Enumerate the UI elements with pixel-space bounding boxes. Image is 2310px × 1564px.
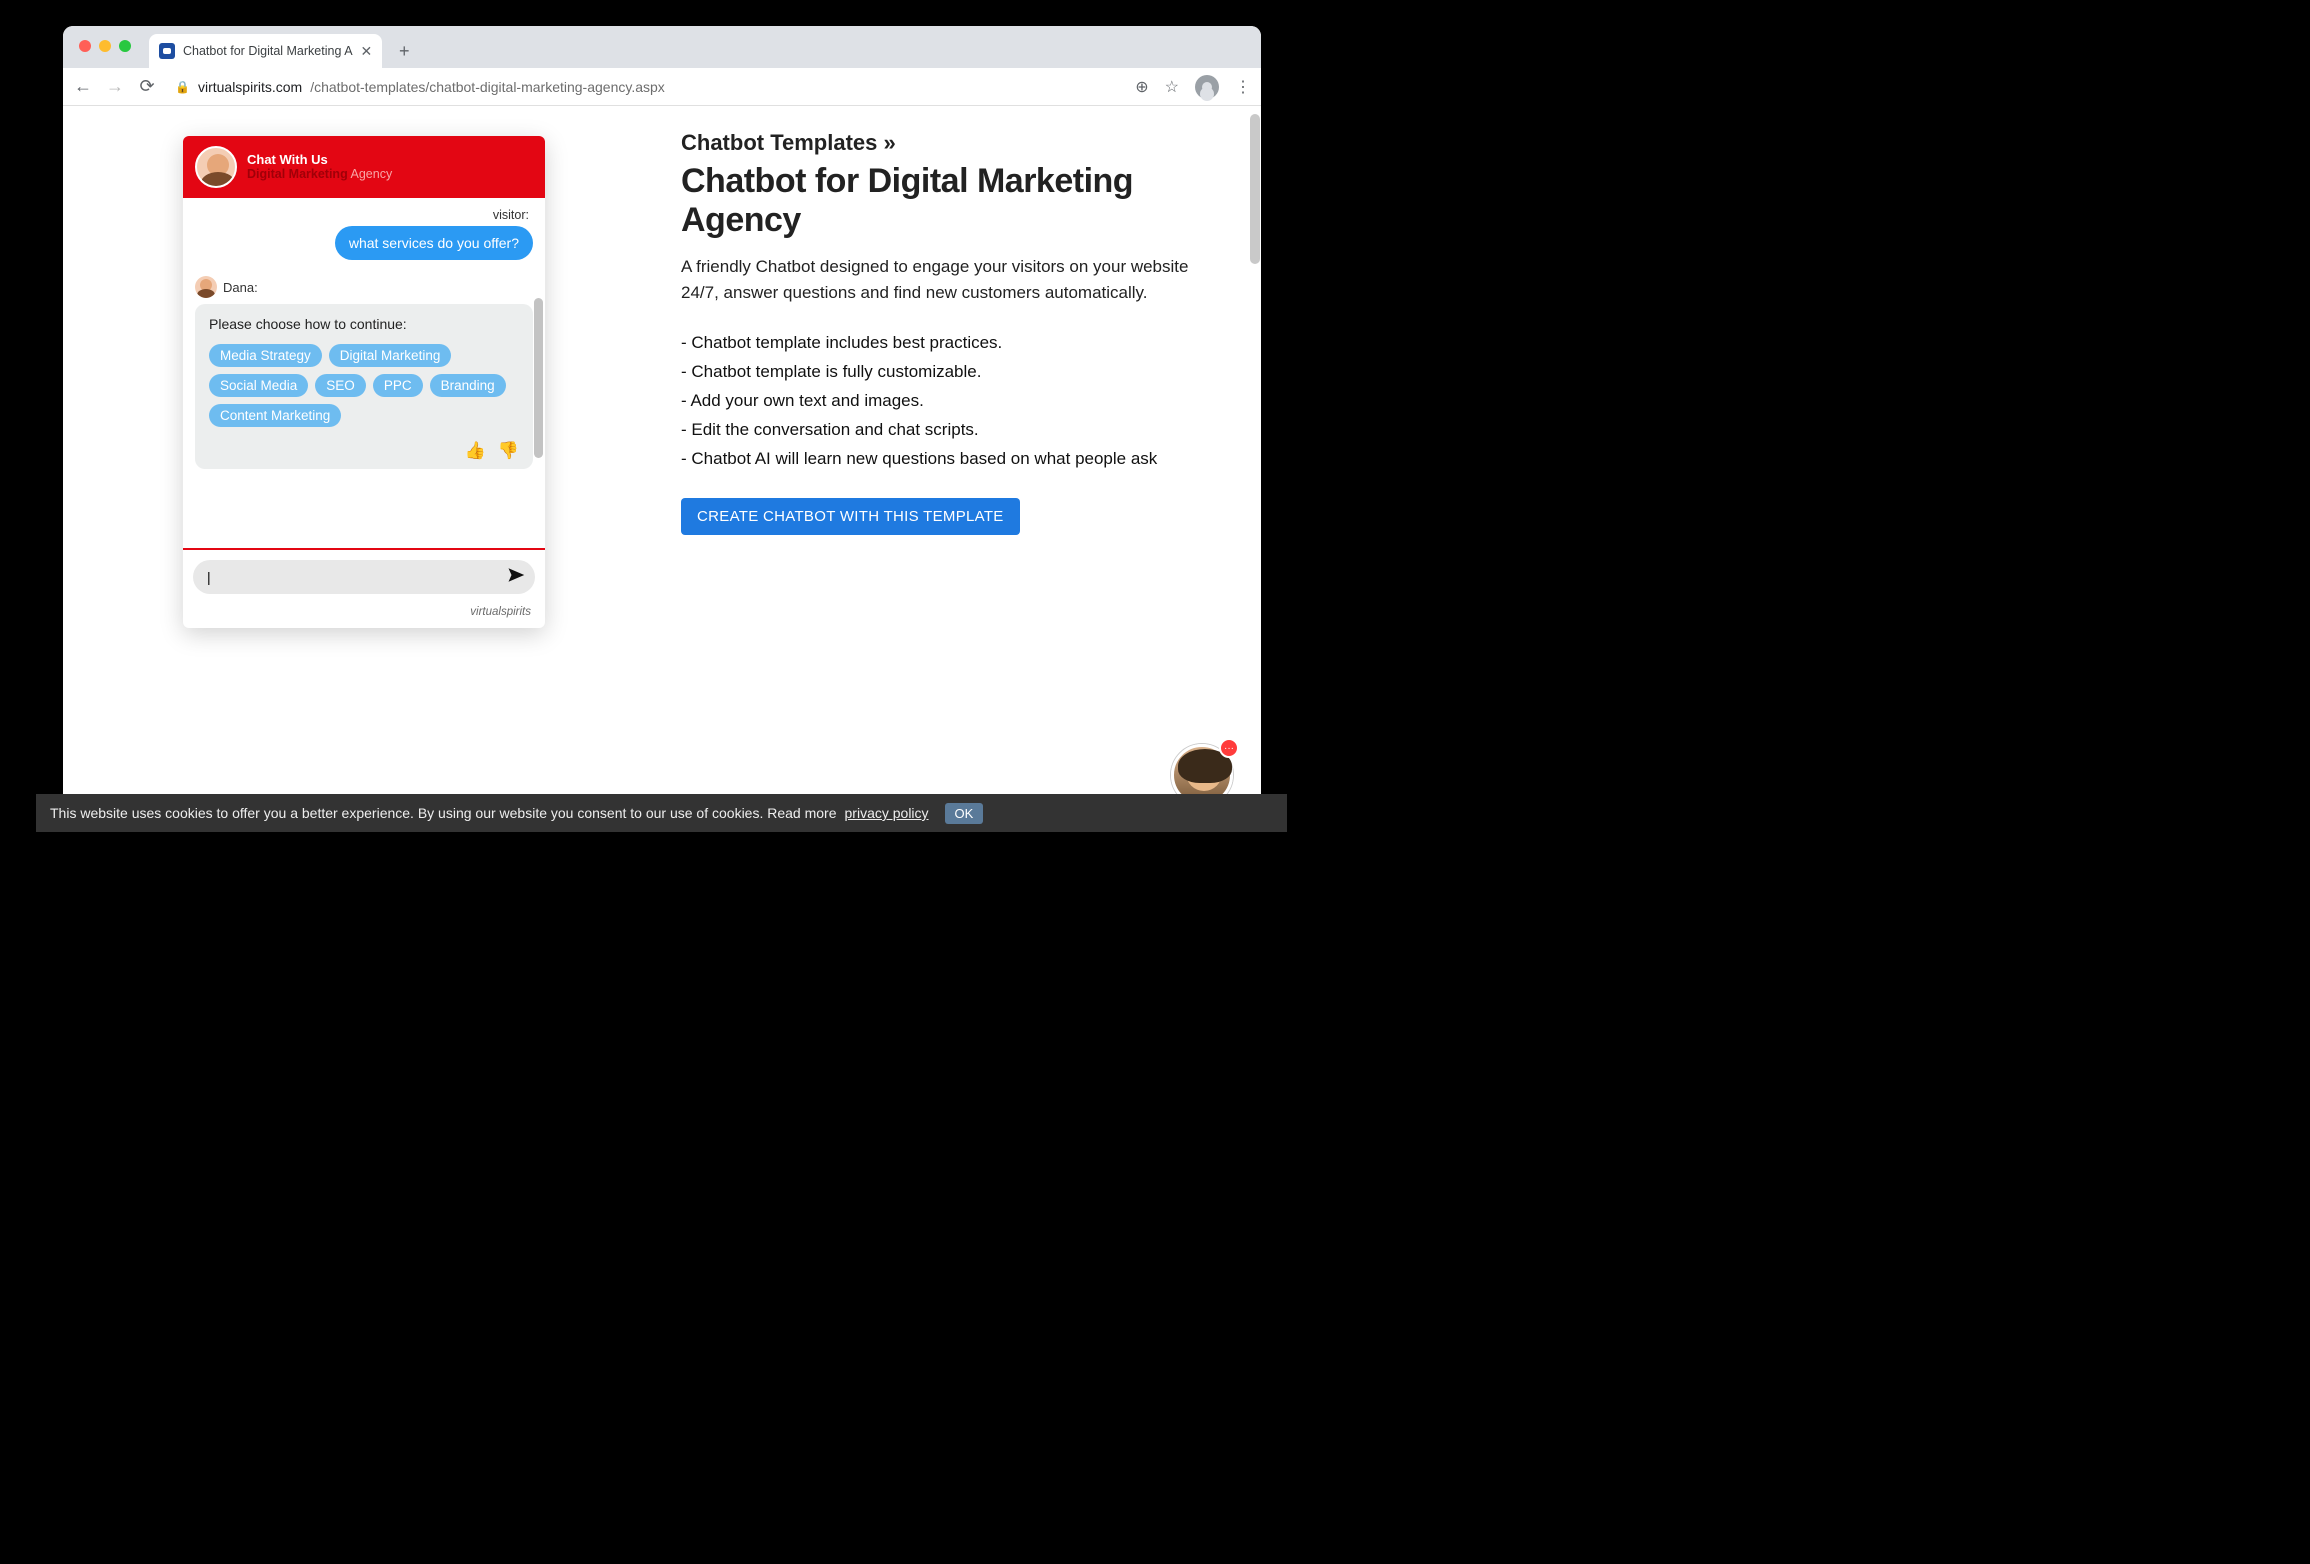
- forward-button[interactable]: →: [105, 76, 125, 97]
- chip-option[interactable]: Social Media: [209, 374, 308, 397]
- visitor-label: visitor:: [195, 208, 529, 222]
- tab-title: Chatbot for Digital Marketing A: [183, 44, 353, 58]
- cookie-text: This website uses cookies to offer you a…: [50, 805, 837, 821]
- agent-prompt: Please choose how to continue:: [209, 316, 519, 332]
- main-column: Chatbot Templates » Chatbot for Digital …: [681, 130, 1201, 535]
- url-path: /chatbot-templates/chatbot-digital-marke…: [310, 79, 665, 95]
- chip-option[interactable]: PPC: [373, 374, 423, 397]
- list-item: - Chatbot template includes best practic…: [681, 329, 1201, 358]
- powered-by: virtualspirits: [470, 606, 531, 618]
- chat-input-row: [193, 560, 535, 594]
- chat-header: Chat With Us Digital Marketing Agency: [183, 136, 545, 198]
- divider: [183, 548, 545, 550]
- url-host: virtualspirits.com: [198, 79, 302, 95]
- chip-option[interactable]: Branding: [430, 374, 506, 397]
- minimize-window-icon[interactable]: [99, 40, 111, 52]
- reload-button[interactable]: ⟳: [137, 76, 157, 97]
- new-tab-button[interactable]: +: [390, 37, 418, 65]
- lock-icon: 🔒: [175, 80, 190, 94]
- page-title: Chatbot for Digital Marketing Agency: [681, 162, 1201, 240]
- agent-name: Dana:: [223, 280, 258, 295]
- agent-avatar-small: [195, 276, 217, 298]
- privacy-policy-link[interactable]: privacy policy: [845, 805, 929, 821]
- page-scrollbar[interactable]: [1250, 114, 1260, 734]
- chat-header-title: Chat With Us: [247, 152, 392, 168]
- back-button[interactable]: ←: [73, 76, 93, 97]
- thumbs-up-icon[interactable]: 👍: [465, 441, 486, 461]
- chat-scrollbar-thumb[interactable]: [534, 298, 543, 458]
- url-field[interactable]: 🔒 virtualspirits.com/chatbot-templates/c…: [169, 79, 1123, 95]
- chat-header-subtitle: Digital Marketing Agency: [247, 167, 392, 182]
- browser-tab[interactable]: Chatbot for Digital Marketing A ✕: [149, 34, 382, 68]
- window-controls: [79, 40, 131, 52]
- visitor-message: what services do you offer?: [335, 226, 533, 260]
- create-chatbot-button[interactable]: CREATE CHATBOT WITH THIS TEMPLATE: [681, 498, 1020, 535]
- chat-body: visitor: what services do you offer? Dan…: [183, 198, 545, 548]
- chip-option[interactable]: Media Strategy: [209, 344, 322, 367]
- thumbs-down-icon[interactable]: 👎: [498, 441, 519, 461]
- feature-list: - Chatbot template includes best practic…: [681, 329, 1201, 473]
- breadcrumb[interactable]: Chatbot Templates »: [681, 130, 1201, 156]
- list-item: - Edit the conversation and chat scripts…: [681, 416, 1201, 445]
- close-window-icon[interactable]: [79, 40, 91, 52]
- page-scrollbar-thumb[interactable]: [1250, 114, 1260, 264]
- bookmark-icon[interactable]: ☆: [1165, 77, 1179, 97]
- cookie-banner: This website uses cookies to offer you a…: [36, 794, 1287, 832]
- chat-text-input[interactable]: [207, 569, 507, 585]
- list-item: - Chatbot template is fully customizable…: [681, 358, 1201, 387]
- chat-widget: Chat With Us Digital Marketing Agency vi…: [183, 136, 545, 628]
- lead-paragraph: A friendly Chatbot designed to engage yo…: [681, 254, 1201, 305]
- agent-message: Please choose how to continue: Media Str…: [195, 304, 533, 469]
- chip-option[interactable]: Digital Marketing: [329, 344, 452, 367]
- support-badge-icon[interactable]: ···: [1219, 738, 1239, 758]
- chip-option[interactable]: SEO: [315, 374, 366, 397]
- chip-option[interactable]: Content Marketing: [209, 404, 341, 427]
- profile-icon[interactable]: [1195, 75, 1219, 99]
- chat-scrollbar[interactable]: [534, 198, 543, 398]
- browser-window: Chatbot for Digital Marketing A ✕ + ← → …: [63, 26, 1261, 810]
- quick-reply-chips: Media Strategy Digital Marketing Social …: [209, 344, 519, 427]
- cookie-ok-button[interactable]: OK: [945, 803, 984, 824]
- agent-avatar: [195, 146, 237, 188]
- list-item: - Chatbot AI will learn new questions ba…: [681, 445, 1201, 474]
- kebab-menu-icon[interactable]: ⋮: [1235, 77, 1251, 97]
- maximize-window-icon[interactable]: [119, 40, 131, 52]
- send-icon[interactable]: [507, 566, 525, 589]
- address-bar: ← → ⟳ 🔒 virtualspirits.com/chatbot-templ…: [63, 68, 1261, 106]
- favicon-icon: [159, 43, 175, 59]
- zoom-icon[interactable]: ⊕: [1135, 77, 1148, 97]
- tab-strip: Chatbot for Digital Marketing A ✕ +: [63, 26, 1261, 68]
- close-tab-icon[interactable]: ✕: [361, 43, 373, 60]
- page-content: Chat With Us Digital Marketing Agency vi…: [63, 106, 1261, 810]
- list-item: - Add your own text and images.: [681, 387, 1201, 416]
